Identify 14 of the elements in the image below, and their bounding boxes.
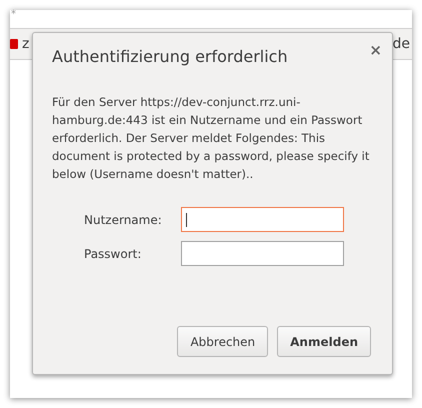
browser-tab[interactable]: z bbox=[10, 34, 30, 54]
text-cursor bbox=[186, 212, 187, 226]
field-label: Nutzername: bbox=[84, 212, 163, 228]
input-field[interactable] bbox=[181, 207, 344, 232]
input-field[interactable] bbox=[181, 241, 344, 266]
default-button[interactable]: Anmelden bbox=[277, 326, 371, 357]
field-label: Passwort: bbox=[84, 246, 142, 262]
favicon-icon bbox=[10, 39, 18, 49]
close-button[interactable]: × bbox=[369, 43, 382, 58]
title-mark: * bbox=[11, 10, 16, 20]
dialog-message: Für den Server https://dev-conjunct.rrz.uni-hamburg.de:443 ist ein Nutzername und ein Passwort erforderlich. Der Server meldet Folgendes: This document is protected by a password, please specify it below (Username doesn't matter).. bbox=[52, 94, 370, 183]
dialog-button[interactable]: Abbrechen bbox=[177, 326, 268, 357]
dialog-title: Authentifizierung erforderlich bbox=[52, 46, 288, 68]
browser-tab[interactable]: de bbox=[392, 34, 410, 54]
